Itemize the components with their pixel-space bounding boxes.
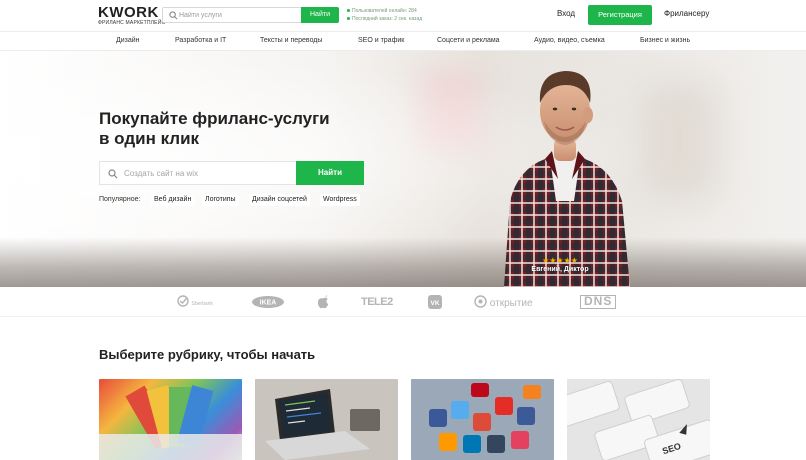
register-button[interactable]: Регистрация: [588, 5, 652, 25]
nav-item-texts[interactable]: Тексты и переводы: [260, 37, 322, 44]
apple-logo: [317, 295, 329, 309]
section-title: Выберите рубрику, чтобы начать: [99, 347, 316, 362]
category-card-development[interactable]: [255, 379, 398, 460]
laptop-image: [255, 379, 398, 460]
popular-tag-web-design[interactable]: Веб дизайн: [151, 194, 195, 206]
sberbank-logo: Sberbank: [177, 295, 213, 309]
nav-item-business[interactable]: Бизнес и жизнь: [640, 37, 690, 44]
nav-item-design[interactable]: Дизайн: [116, 37, 140, 44]
logo-text: KWORK: [98, 4, 159, 21]
hero-banner: Покупайте фриланс-услуги в один клик Най…: [0, 51, 806, 287]
client-logos-strip: Sberbank IKEA TELE2 VK ОТКРЫТИЕ DNS: [0, 287, 806, 317]
background-floor: [0, 237, 806, 287]
category-nav: Дизайн Разработка и IT Тексты и переводы…: [0, 31, 806, 51]
svg-text:IKEA: IKEA: [260, 300, 277, 307]
header-search-field[interactable]: [162, 7, 302, 23]
freelancer-name: Евгений, Диктор: [531, 266, 589, 273]
freelancer-photo: [504, 71, 630, 287]
popular-tag-social-design[interactable]: Дизайн соцсетей: [249, 194, 310, 206]
svg-text:VK: VK: [430, 300, 439, 307]
nav-item-development[interactable]: Разработка и IT: [175, 37, 226, 44]
hero-title-line: Покупайте фриланс-услуги: [99, 109, 330, 128]
login-link[interactable]: Вход: [557, 9, 575, 18]
online-users-text: Пользователей онлайн: 284: [347, 7, 457, 15]
nav-item-seo[interactable]: SEO и трафик: [358, 37, 404, 44]
category-card-social[interactable]: [411, 379, 554, 460]
kwork-logo[interactable]: KWORK ФРИЛАНС МАРКЕТПЛЕЙС: [98, 4, 166, 28]
hero-search-button[interactable]: Найти: [296, 161, 364, 185]
color-swatches-image: [99, 385, 242, 460]
online-dot-icon: [347, 9, 350, 13]
header-search-button[interactable]: Найти: [301, 7, 339, 23]
vk-logo: VK: [428, 295, 442, 309]
ikea-logo: IKEA: [251, 295, 285, 309]
category-card-seo[interactable]: SEO: [567, 379, 710, 460]
logo-subtitle: ФРИЛАНС МАРКЕТПЛЕЙС: [98, 20, 166, 26]
popular-tag-logos[interactable]: Логотипы: [202, 194, 239, 206]
hero-title-line: в один клик: [99, 129, 200, 148]
popular-tag-wordpress[interactable]: Wordpress: [320, 194, 360, 206]
last-order-text: Последний заказ: 2 сек. назад: [347, 15, 457, 23]
search-icon: [169, 11, 178, 20]
social-icons-image: [411, 379, 554, 460]
seo-keyboard-image: SEO: [567, 379, 710, 460]
otkritie-logo: ОТКРЫТИЕ: [474, 295, 533, 309]
search-icon: [108, 169, 118, 179]
header-search-input[interactable]: [179, 8, 299, 22]
hero-search-field[interactable]: [99, 161, 297, 185]
tele2-logo: TELE2: [361, 296, 393, 308]
online-stats: Пользователей онлайн: 284 Последний зака…: [347, 7, 457, 23]
hero-title: Покупайте фриланс-услуги в один клик: [99, 109, 379, 149]
freelancer-link[interactable]: Фрилансеру: [664, 9, 709, 18]
hero-search-input[interactable]: [124, 162, 292, 184]
freelancer-caption: ★★★★★ Евгений, Диктор: [506, 256, 614, 274]
order-dot-icon: [347, 17, 350, 21]
nav-item-audio-video[interactable]: Аудио, видео, съемка: [534, 37, 605, 44]
dns-logo: DNS: [580, 295, 617, 309]
rating-stars-icon: ★★★★★: [542, 256, 578, 265]
nav-item-social[interactable]: Соцсети и реклама: [437, 37, 500, 44]
category-card-design[interactable]: [99, 379, 242, 460]
top-header: KWORK ФРИЛАНС МАРКЕТПЛЕЙС Найти Пользова…: [0, 0, 806, 31]
popular-label: Популярное:: [99, 196, 141, 203]
